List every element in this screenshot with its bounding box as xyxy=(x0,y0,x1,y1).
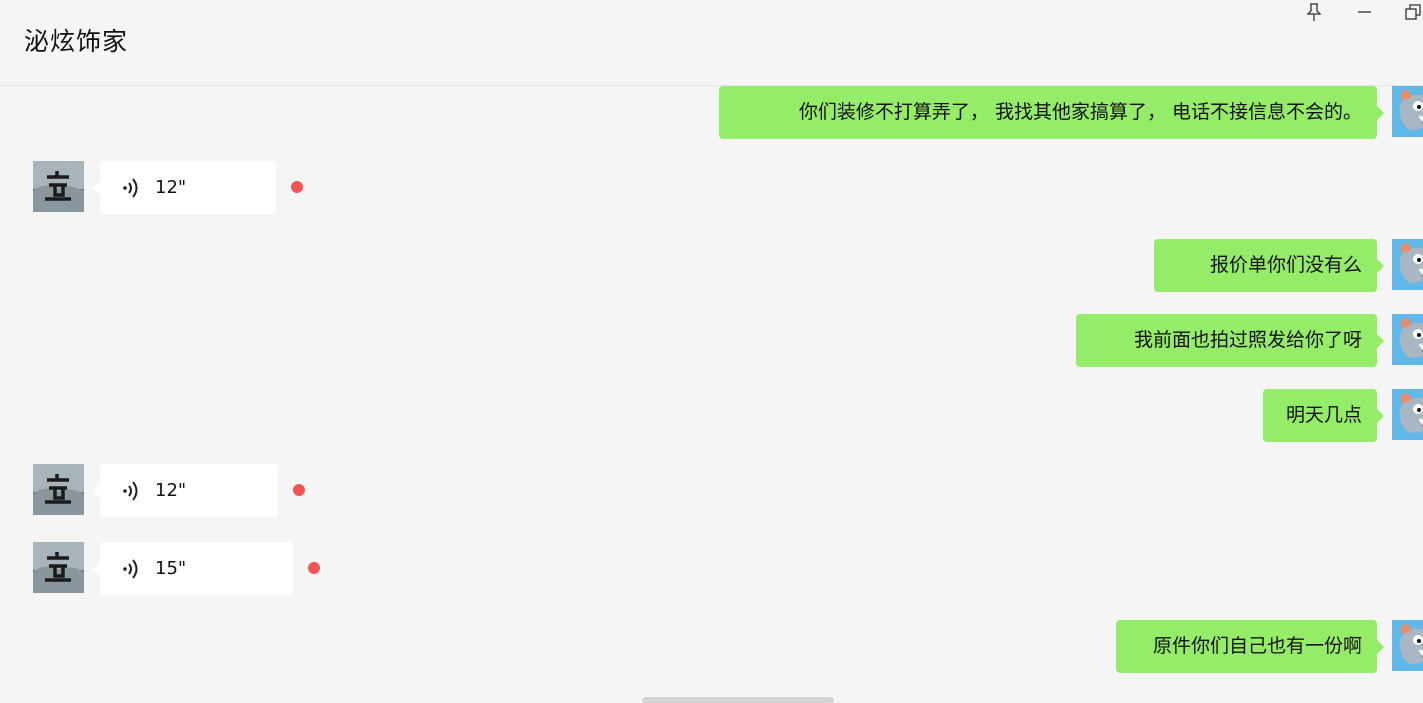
message-bubble[interactable]: 明天几点 xyxy=(1263,389,1384,442)
message-bubble[interactable]: 我前面也拍过照发给你了呀 xyxy=(1076,314,1384,367)
minimize-icon[interactable] xyxy=(1355,2,1375,22)
message-bubble[interactable]: 你们装修不打算弄了， 我找其他家搞算了， 电话不接信息不会的。 xyxy=(719,86,1384,139)
message-text: 你们装修不打算弄了， 我找其他家搞算了， 电话不接信息不会的。 xyxy=(798,101,1362,123)
voice-message-bubble[interactable]: 12" xyxy=(93,161,276,214)
horizontal-scrollbar-thumb[interactable] xyxy=(642,697,834,703)
message-bubble[interactable]: 报价单你们没有么 xyxy=(1154,239,1384,292)
message-text: 报价单你们没有么 xyxy=(1209,254,1362,276)
pin-icon[interactable] xyxy=(1304,2,1324,22)
chat-title: 泌炫饰家 xyxy=(24,27,129,56)
contact-avatar[interactable] xyxy=(33,161,84,212)
restore-icon[interactable] xyxy=(1403,2,1423,22)
voice-duration: 12" xyxy=(155,480,187,501)
my-avatar[interactable] xyxy=(1392,86,1423,137)
my-avatar[interactable] xyxy=(1392,314,1423,365)
message-text: 明天几点 xyxy=(1285,404,1362,426)
voice-message-bubble[interactable]: 12" xyxy=(93,464,278,517)
voice-duration: 15" xyxy=(155,558,187,579)
chat-header: 泌炫饰家 xyxy=(0,0,1423,86)
voice-wave-icon xyxy=(123,559,138,579)
contact-avatar[interactable] xyxy=(33,464,84,515)
unread-dot xyxy=(293,484,305,496)
my-avatar[interactable] xyxy=(1392,389,1423,440)
voice-message-bubble[interactable]: 15" xyxy=(93,542,293,595)
my-avatar[interactable] xyxy=(1392,239,1423,290)
my-avatar[interactable] xyxy=(1392,620,1423,671)
chat-window: 泌炫饰家 你们装修不打算弄了， 我找其他家搞算了， 电话不接信息不会的。 12"… xyxy=(0,0,1423,703)
unread-dot xyxy=(308,562,320,574)
message-bubble[interactable]: 原件你们自己也有一份啊 xyxy=(1116,620,1384,673)
message-text: 原件你们自己也有一份啊 xyxy=(1152,635,1362,657)
voice-duration: 12" xyxy=(155,177,187,198)
voice-wave-icon xyxy=(123,481,138,501)
message-text: 我前面也拍过照发给你了呀 xyxy=(1133,329,1362,351)
voice-wave-icon xyxy=(123,178,138,198)
unread-dot xyxy=(291,181,303,193)
contact-avatar[interactable] xyxy=(33,542,84,593)
